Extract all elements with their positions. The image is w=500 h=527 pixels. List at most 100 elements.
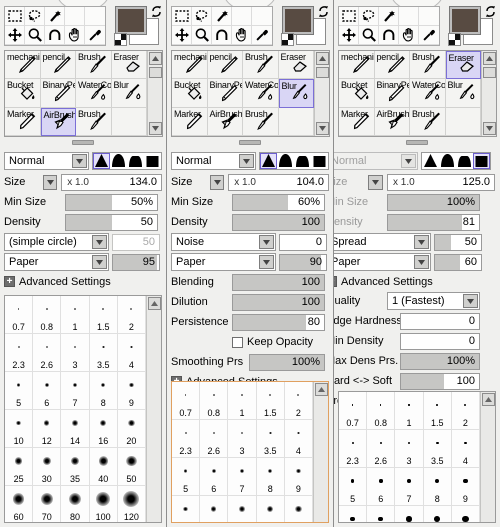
tool-button-magic-wand[interactable] xyxy=(379,7,399,26)
brush-size-cell[interactable]: 1 xyxy=(228,382,257,420)
panel-resize-grip[interactable] xyxy=(72,140,94,145)
brush-size-cell[interactable]: 1.5 xyxy=(256,382,285,420)
brush-size-cell[interactable]: 14 xyxy=(395,506,424,522)
tool-button-rotate[interactable] xyxy=(212,26,232,45)
chevron-down-icon[interactable] xyxy=(414,235,429,249)
foreground-color-swatch[interactable] xyxy=(115,6,147,35)
advanced-settings-toggle[interactable]: + Advanced Settings xyxy=(0,272,166,291)
scroll-down-button[interactable] xyxy=(483,122,496,135)
tool-button-zoom[interactable] xyxy=(192,26,212,45)
brush-shape-2[interactable] xyxy=(456,153,473,169)
persistence-slider[interactable]: 80 xyxy=(232,313,325,331)
brush-preset-marker[interactable]: Marker xyxy=(5,107,41,136)
brush-size-cell[interactable]: 14 xyxy=(228,496,257,522)
brush-size-cell[interactable]: 4 xyxy=(284,420,313,458)
brush-size-cell[interactable]: 4 xyxy=(451,430,480,468)
foreground-color-swatch[interactable] xyxy=(282,6,314,35)
brush-preset-brush[interactable]: Brush xyxy=(243,51,279,80)
brush-size-cell[interactable]: 2.6 xyxy=(33,334,62,372)
brush-size-cell[interactable]: 2.3 xyxy=(339,430,368,468)
default-colors-icon[interactable] xyxy=(448,33,461,46)
tool-button-rect-select[interactable] xyxy=(339,7,359,26)
panel-resize-grip[interactable] xyxy=(406,140,428,145)
brush-size-cell[interactable]: 100 xyxy=(89,486,118,522)
brush-preset-bucket[interactable]: Bucket xyxy=(172,79,208,108)
brush-preset-pencil[interactable]: pencil xyxy=(207,51,243,80)
chevron-down-icon[interactable] xyxy=(463,294,478,308)
brush-shape-1[interactable] xyxy=(439,153,456,169)
brush-size-cell[interactable]: 3 xyxy=(61,334,90,372)
brush-size-cell[interactable]: 1 xyxy=(395,392,424,430)
brush-size-cell[interactable]: 50 xyxy=(117,448,146,486)
texture-paper-slider[interactable]: 60 xyxy=(434,253,482,271)
brush-shape-3[interactable] xyxy=(473,153,490,169)
brush-size-cell[interactable]: 16 xyxy=(423,506,452,522)
brush-preset-marker[interactable]: Marker xyxy=(172,107,208,136)
advanced-settings-toggle[interactable]: −Advanced Settings xyxy=(334,272,500,291)
tool-button-zoom[interactable] xyxy=(359,26,379,45)
blending-slider[interactable]: 100 xyxy=(232,273,325,291)
blend-mode-combo[interactable]: Normal xyxy=(171,152,256,170)
brush-size-cell[interactable]: 2.6 xyxy=(367,430,396,468)
min-size-slider[interactable]: 60% xyxy=(232,193,325,211)
brush-size-cell[interactable]: 5 xyxy=(172,458,201,496)
brush-size-cell[interactable]: 5 xyxy=(339,468,368,506)
scroll-thumb[interactable] xyxy=(483,67,496,78)
brush-preset-binaryp[interactable]: BinaryPе xyxy=(207,79,243,108)
scroll-up-button[interactable] xyxy=(316,52,329,65)
brush-preset-waterco[interactable]: WaterCo xyxy=(410,79,446,108)
brush-size-cell[interactable]: 35 xyxy=(61,448,90,486)
brush-shape-1[interactable] xyxy=(110,153,127,169)
tool-button-eyedropper[interactable] xyxy=(252,26,272,45)
edge-hardness-slider[interactable]: 0 xyxy=(400,312,480,330)
texture-paper-combo[interactable]: Paper xyxy=(334,253,431,271)
chevron-down-icon[interactable] xyxy=(259,255,274,269)
brush-size-cell[interactable]: 10 xyxy=(339,506,368,522)
texture-shape-slider[interactable]: 50 xyxy=(434,233,482,251)
brush-size-cell[interactable]: 1.5 xyxy=(423,392,452,430)
brush-preset-airbrush[interactable]: AirBrush xyxy=(207,107,243,136)
brush-size-cell[interactable]: 7 xyxy=(395,468,424,506)
brush-size-cell[interactable]: 9 xyxy=(451,468,480,506)
brush-size-cell[interactable]: 3 xyxy=(395,430,424,468)
tool-button-hand[interactable] xyxy=(232,26,252,45)
brush-size-cell[interactable]: 8 xyxy=(89,372,118,410)
brush-size-cell[interactable]: 9 xyxy=(117,372,146,410)
texture-paper-slider[interactable]: 95 xyxy=(112,253,160,271)
brush-shape-2[interactable] xyxy=(294,153,311,169)
scroll-up-button[interactable] xyxy=(483,52,496,65)
brush-preset-blur[interactable]: Blur xyxy=(111,79,147,108)
size-unit-button[interactable] xyxy=(43,174,58,190)
chevron-down-icon[interactable] xyxy=(414,255,429,269)
chevron-down-icon[interactable] xyxy=(92,255,107,269)
tool-button-lasso-select[interactable] xyxy=(192,7,212,26)
swap-colors-icon[interactable] xyxy=(150,5,163,21)
texture-shape-combo[interactable]: Spread xyxy=(334,233,431,251)
brush-size-cell[interactable]: 1.5 xyxy=(89,296,118,334)
blend-mode-combo[interactable]: Normal xyxy=(4,152,89,170)
brush-size-cell[interactable]: 25 xyxy=(5,448,34,486)
dilution-slider[interactable]: 100 xyxy=(232,293,325,311)
brush-size-scrollbar[interactable] xyxy=(480,392,495,522)
brush-preset-brush[interactable]: Brush xyxy=(76,107,112,136)
brush-size-cell[interactable]: 30 xyxy=(33,448,62,486)
brush-size-cell[interactable]: 70 xyxy=(33,486,62,522)
tool-button-hand[interactable] xyxy=(65,26,85,45)
preset-scrollbar[interactable] xyxy=(147,51,162,136)
brush-size-cell[interactable]: 3.5 xyxy=(89,334,118,372)
texture-paper-slider[interactable]: 90 xyxy=(279,253,327,271)
brush-size-cell[interactable]: 16 xyxy=(89,410,118,448)
texture-shape-combo[interactable]: Noise xyxy=(171,233,276,251)
brush-shape-3[interactable] xyxy=(311,153,328,169)
brush-size-cell[interactable]: 60 xyxy=(5,486,34,522)
min-size-slider[interactable]: 50% xyxy=(65,193,158,211)
brush-preset-brush[interactable]: Brush xyxy=(410,51,446,80)
min-size-slider[interactable]: 100% xyxy=(387,193,480,211)
brush-size-cell[interactable]: 6 xyxy=(367,468,396,506)
swap-colors-icon[interactable] xyxy=(317,5,330,21)
scroll-down-button[interactable] xyxy=(149,122,162,135)
brush-size-cell[interactable]: 8 xyxy=(423,468,452,506)
brush-size-cell[interactable]: 40 xyxy=(89,448,118,486)
brush-size-cell[interactable]: 3 xyxy=(228,420,257,458)
brush-size-cell[interactable]: 80 xyxy=(61,486,90,522)
